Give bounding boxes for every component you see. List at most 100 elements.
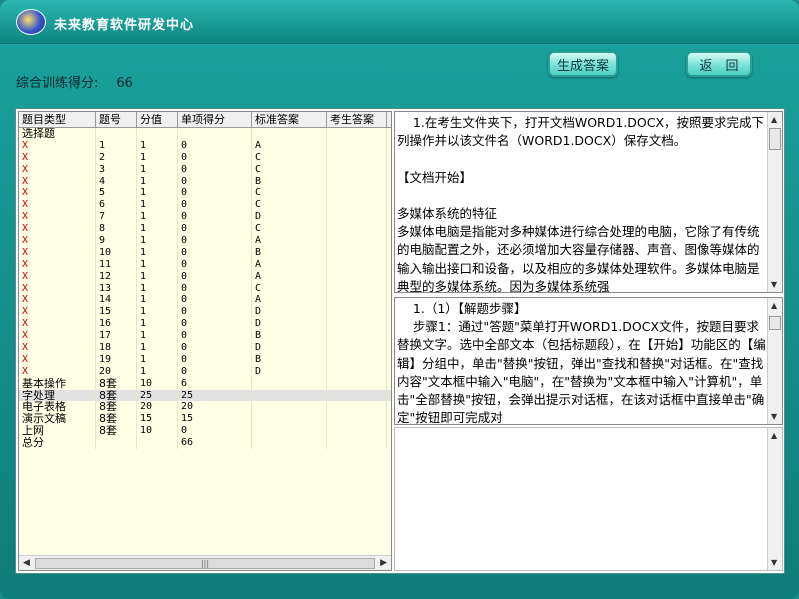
table-cell: 1 <box>137 306 178 319</box>
score-table[interactable]: 题目类型 题号 分值 单项得分 标准答案 考生答案 选择题 X 1 1 0 A X 2 1 0 C X… <box>18 111 392 571</box>
table-row[interactable]: X 11 1 0 A <box>19 258 391 271</box>
table-cell: A <box>252 258 327 271</box>
table-cell <box>327 163 387 176</box>
table-cell: X <box>19 175 96 188</box>
table-cell: X <box>19 330 96 343</box>
table-cell: 电子表格 <box>19 401 96 414</box>
table-row[interactable]: X810C <box>19 223 391 236</box>
table-cell: 10 <box>96 246 137 259</box>
table-row[interactable]: X610C <box>19 199 391 212</box>
table-cell: 20 <box>178 401 252 414</box>
scroll-up-icon[interactable]: ▲ <box>771 115 777 124</box>
table-cell: X <box>19 151 96 164</box>
table-row[interactable]: X210C <box>19 151 391 164</box>
table-cell: 14 <box>96 294 137 307</box>
vertical-scrollbar[interactable]: ▲ ▼ <box>767 298 782 424</box>
table-row[interactable]: X 10 1 0 B <box>19 246 391 259</box>
table-cell: B <box>252 175 327 188</box>
scroll-down-icon[interactable]: ▼ <box>771 558 777 567</box>
table-cell: 0 <box>178 330 252 343</box>
table-cell <box>327 187 387 200</box>
column-header[interactable]: 题目类型 <box>19 112 96 127</box>
table-cell: 0 <box>178 365 252 378</box>
table-row[interactable]: X 20 1 0 D <box>19 365 391 378</box>
table-cell: 18 <box>96 342 137 354</box>
back-button[interactable]: 返 回 <box>686 51 752 77</box>
column-header[interactable]: 分值 <box>137 112 178 127</box>
table-row[interactable]: X 13 1 0 C <box>19 282 391 295</box>
table-cell <box>327 175 387 188</box>
table-cell: 8套 <box>96 425 137 438</box>
column-header[interactable]: 标准答案 <box>252 112 327 127</box>
table-cell: 1 <box>137 235 178 247</box>
table-row[interactable]: X 12 1 0 A <box>19 270 391 283</box>
table-row[interactable]: 字处理 8套 25 25 <box>19 389 391 402</box>
table-row[interactable]: X910A <box>19 235 391 247</box>
scroll-right-icon[interactable]: ▶ <box>380 558 387 568</box>
table-row[interactable]: X 19 1 0 B <box>19 353 391 366</box>
table-cell: 8套 <box>96 389 137 402</box>
table-row[interactable]: 选择题 <box>19 128 391 140</box>
scroll-down-icon[interactable]: ▼ <box>771 280 777 289</box>
table-row[interactable]: 基本操作 8套 10 6 <box>19 377 391 390</box>
table-row[interactable]: 演示文稿 8套 15 15 <box>19 413 391 426</box>
table-row[interactable]: 上网 8套 10 0 <box>19 425 391 438</box>
title-bar: 未来教育软件研发中心 <box>0 0 799 44</box>
column-header[interactable]: 考生答案 <box>327 112 387 127</box>
table-cell <box>327 282 387 295</box>
table-cell: X <box>19 294 96 307</box>
generate-answer-button[interactable]: 生成答案 <box>548 51 618 77</box>
table-cell: 13 <box>96 282 137 295</box>
table-cell <box>327 199 387 212</box>
vertical-scrollbar[interactable]: ▲ ▼ <box>767 112 782 292</box>
table-cell <box>327 353 387 366</box>
table-cell: X <box>19 187 96 200</box>
column-header[interactable]: 题号 <box>96 112 137 127</box>
window-title: 未来教育软件研发中心 <box>54 18 195 33</box>
table-row[interactable]: X 15 1 0 D <box>19 306 391 319</box>
table-row[interactable]: X 17 1 0 B <box>19 330 391 343</box>
scroll-up-icon[interactable]: ▲ <box>771 431 777 440</box>
answer-textbox[interactable]: ▲ ▼ <box>394 427 783 571</box>
question-textbox[interactable]: 1.在考生文件夹下，打开文档WORD1.DOCX，按照要求完成下列操作并以该文件… <box>394 111 783 293</box>
table-cell: 0 <box>178 306 252 319</box>
column-header[interactable]: 单项得分 <box>178 112 252 127</box>
solution-text: 1.（1）【解题步骤】 步骤1：通过"答题"菜单打开WORD1.DOCX文件，按… <box>397 301 766 425</box>
table-cell: 8套 <box>96 377 137 390</box>
score-value: 66 <box>116 76 133 91</box>
table-row[interactable]: 电子表格 8套 20 20 <box>19 401 391 414</box>
scroll-up-icon[interactable]: ▲ <box>771 301 777 310</box>
table-row[interactable]: X510C <box>19 187 391 200</box>
scroll-left-icon[interactable]: ◀ <box>23 558 30 568</box>
table-cell: 3 <box>96 163 137 176</box>
scroll-thumb[interactable] <box>769 316 781 330</box>
table-cell: 15 <box>137 413 178 426</box>
table-row[interactable]: X310C <box>19 163 391 176</box>
table-row[interactable]: X 16 1 0 D <box>19 318 391 331</box>
table-row[interactable]: X410B <box>19 175 391 188</box>
table-cell <box>327 365 387 378</box>
table-cell: 0 <box>178 199 252 212</box>
table-row[interactable]: X 14 1 0 A <box>19 294 391 307</box>
table-cell: 0 <box>178 187 252 200</box>
table-cell: C <box>252 223 327 236</box>
table-cell <box>327 377 387 390</box>
table-cell: 0 <box>178 258 252 271</box>
table-cell: X <box>19 163 96 176</box>
table-row[interactable]: X710D <box>19 211 391 224</box>
table-cell: 1 <box>137 365 178 378</box>
table-cell: X <box>19 342 96 354</box>
table-row[interactable]: X110A <box>19 139 391 152</box>
solution-textbox[interactable]: 1.（1）【解题步骤】 步骤1：通过"答题"菜单打开WORD1.DOCX文件，按… <box>394 297 783 425</box>
scroll-down-icon[interactable]: ▼ <box>771 412 777 421</box>
table-cell <box>178 128 252 140</box>
table-cell: 1 <box>137 330 178 343</box>
table-cell: 1 <box>137 270 178 283</box>
table-row[interactable]: X 18 1 0 D <box>19 342 391 354</box>
scroll-thumb[interactable] <box>769 128 781 150</box>
scroll-thumb[interactable]: ||| <box>35 558 375 569</box>
table-row[interactable]: 总分 66 <box>19 437 391 450</box>
vertical-scrollbar[interactable]: ▲ ▼ <box>767 428 782 570</box>
table-cell: 0 <box>178 175 252 188</box>
horizontal-scrollbar[interactable]: ◀ ||| ▶ <box>19 555 391 570</box>
